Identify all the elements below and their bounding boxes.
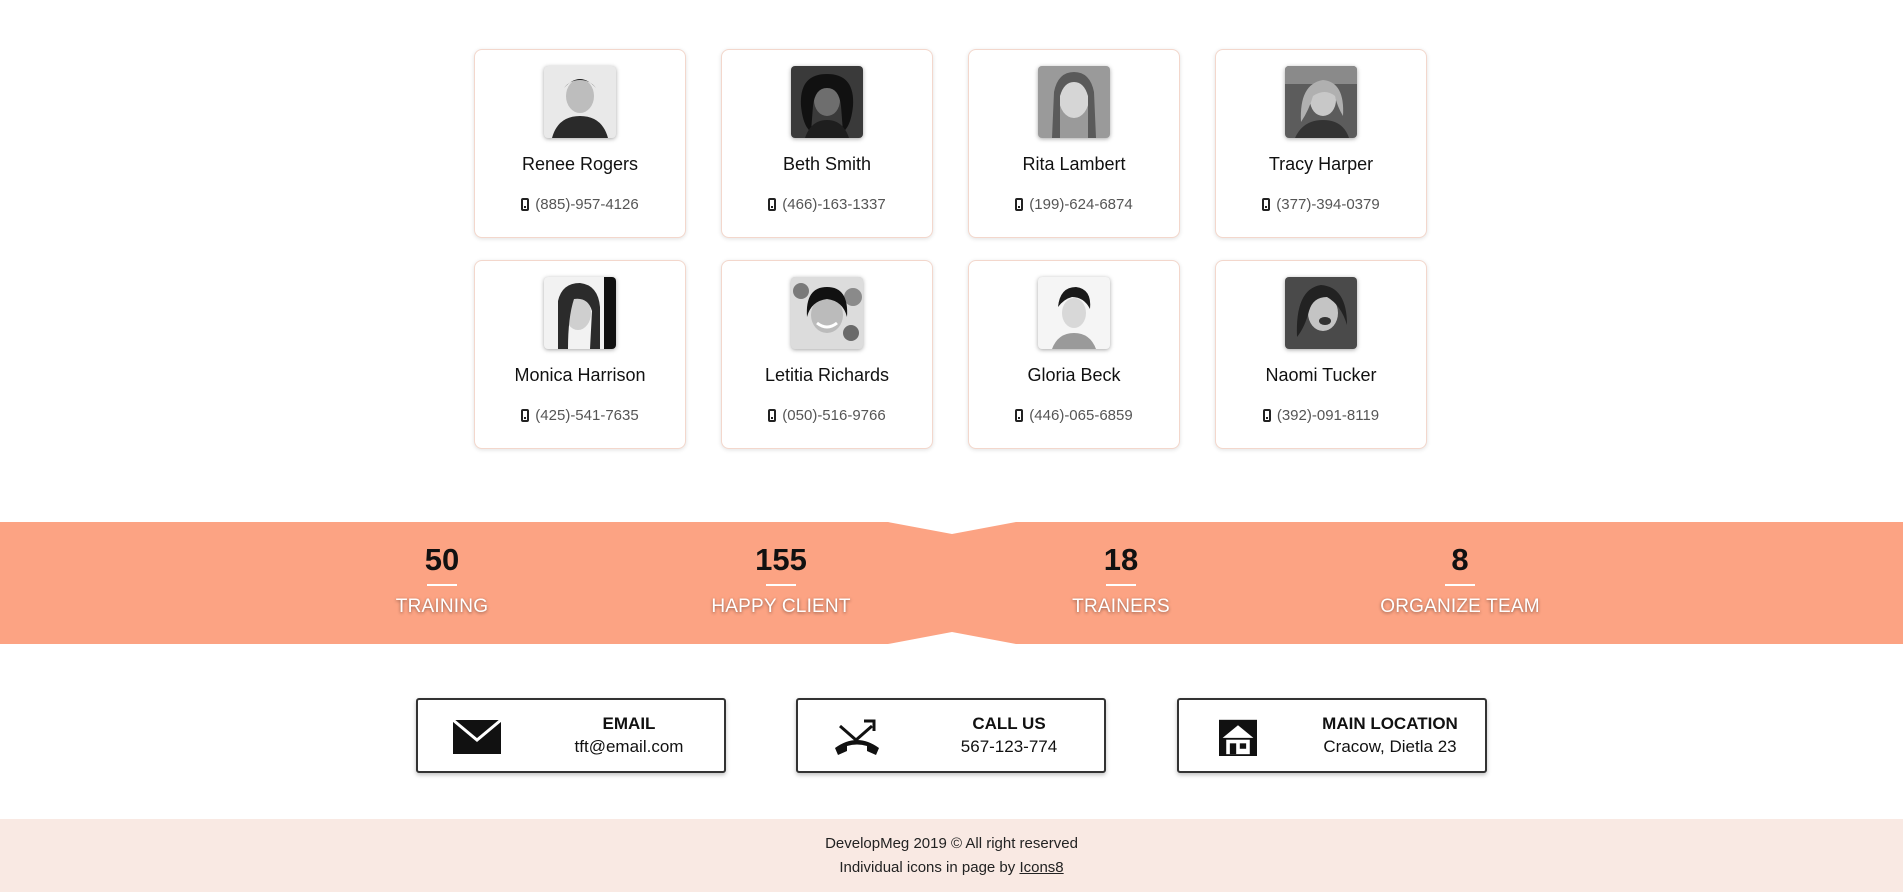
member-card: Tracy Harper (377)-394-0379: [1215, 49, 1427, 238]
member-card: Rita Lambert (199)-624-6874: [968, 49, 1180, 238]
member-phone: (377)-394-0379: [1216, 196, 1426, 213]
member-card: Gloria Beck (446)-065-6859: [968, 260, 1180, 449]
member-phone: (392)-091-8119: [1216, 407, 1426, 424]
stat-number: 8: [1451, 542, 1469, 577]
member-phone-number: (392)-091-8119: [1276, 407, 1380, 424]
member-name: Tracy Harper: [1268, 154, 1374, 174]
member-card: Beth Smith (466)-163-1337: [721, 49, 933, 238]
stats-band-background: [0, 522, 1903, 644]
mobile-phone-icon: [768, 198, 777, 211]
phone-number[interactable]: 567-123-774: [914, 737, 1104, 757]
stat-label: ORGANIZE TEAM: [1380, 596, 1540, 617]
member-photo: [1285, 277, 1357, 349]
contact-row: EMAIL tft@email.com CALL US 567-123-774 …: [416, 698, 1487, 775]
member-phone: (425)-541-7635: [475, 407, 685, 424]
stat-divider: [427, 584, 457, 586]
stat-divider: [766, 584, 796, 586]
member-photo: [1038, 66, 1110, 138]
mobile-phone-icon: [1262, 409, 1271, 422]
contact-title: MAIN LOCATION: [1322, 714, 1458, 733]
member-phone-number: (446)-065-6859: [1029, 407, 1133, 424]
stat-organize-team: 8 ORGANIZE TEAM: [1350, 522, 1570, 644]
email-box[interactable]: EMAIL tft@email.com: [416, 698, 726, 773]
stat-number: 18: [1103, 542, 1139, 577]
stats-band: 50 TRAINING 155 HAPPY CLIENT 18 TRAINERS…: [0, 522, 1903, 644]
location-box[interactable]: MAIN LOCATION Cracow, Dietla 23: [1177, 698, 1487, 773]
stat-divider: [1106, 584, 1136, 586]
member-name: Beth Smith: [782, 154, 872, 174]
member-phone: (466)-163-1337: [722, 196, 932, 213]
member-phone: (885)-957-4126: [475, 196, 685, 213]
mobile-phone-icon: [1262, 198, 1271, 211]
member-name: Gloria Beck: [1027, 365, 1121, 385]
location-address: Cracow, Dietla 23: [1323, 737, 1457, 756]
mobile-phone-icon: [521, 198, 530, 211]
member-phone: (050)-516-9766: [722, 407, 932, 424]
member-phone-number: (425)-541-7635: [535, 407, 639, 424]
member-card: Naomi Tucker (392)-091-8119: [1215, 260, 1427, 449]
member-card: Monica Harrison (425)-541-7635: [474, 260, 686, 449]
member-photo: [791, 66, 863, 138]
house-icon: [1219, 719, 1257, 756]
envelope-icon: [452, 718, 502, 754]
member-phone: (446)-065-6859: [969, 407, 1179, 424]
member-phone: (199)-624-6874: [969, 196, 1179, 213]
email-address[interactable]: tft@email.com: [534, 737, 724, 757]
member-photo: [544, 277, 616, 349]
member-phone-number: (050)-516-9766: [782, 407, 886, 424]
member-name: Monica Harrison: [514, 365, 646, 385]
member-photo: [544, 66, 616, 138]
mobile-phone-icon: [1015, 198, 1024, 211]
stat-label: TRAINERS: [1072, 596, 1170, 617]
team-grid: Renee Rogers (885)-957-4126 Beth Smith (…: [474, 49, 1429, 449]
stat-number: 155: [755, 542, 807, 577]
stat-number: 50: [424, 542, 460, 577]
member-phone-number: (466)-163-1337: [782, 196, 886, 213]
member-name: Renee Rogers: [521, 154, 639, 174]
member-card: Letitia Richards (050)-516-9766: [721, 260, 933, 449]
member-phone-number: (199)-624-6874: [1029, 196, 1133, 213]
footer-copyright: DevelopMeg 2019 © All right reserved: [825, 835, 1078, 852]
footer-credit: Individual icons in page by Icons8: [0, 859, 1903, 876]
stat-training: 50 TRAINING: [332, 522, 552, 644]
member-card: Renee Rogers (885)-957-4126: [474, 49, 686, 238]
member-photo: [1038, 277, 1110, 349]
phone-call-icon: [835, 719, 879, 755]
mobile-phone-icon: [768, 409, 777, 422]
member-phone-number: (377)-394-0379: [1276, 196, 1380, 213]
footer: DevelopMeg 2019 © All right reserved Ind…: [0, 819, 1903, 892]
mobile-phone-icon: [521, 409, 530, 422]
member-name: Naomi Tucker: [1265, 365, 1377, 385]
footer-credit-text: Individual icons in page by: [839, 859, 1016, 876]
stat-label: TRAINING: [395, 596, 489, 617]
stat-divider: [1445, 584, 1475, 586]
stat-happy-client: 155 HAPPY CLIENT: [671, 522, 891, 644]
contact-title: EMAIL: [602, 714, 656, 733]
stat-label: HAPPY CLIENT: [711, 596, 851, 617]
contact-title: CALL US: [972, 714, 1046, 733]
member-photo: [1285, 66, 1357, 138]
mobile-phone-icon: [1015, 409, 1024, 422]
member-name: Rita Lambert: [1022, 154, 1126, 174]
call-box[interactable]: CALL US 567-123-774: [796, 698, 1106, 773]
member-name: Letitia Richards: [764, 365, 890, 385]
stat-trainers: 18 TRAINERS: [1011, 522, 1231, 644]
icons8-link[interactable]: Icons8: [1019, 859, 1063, 876]
member-phone-number: (885)-957-4126: [535, 196, 639, 213]
member-photo: [791, 277, 863, 349]
